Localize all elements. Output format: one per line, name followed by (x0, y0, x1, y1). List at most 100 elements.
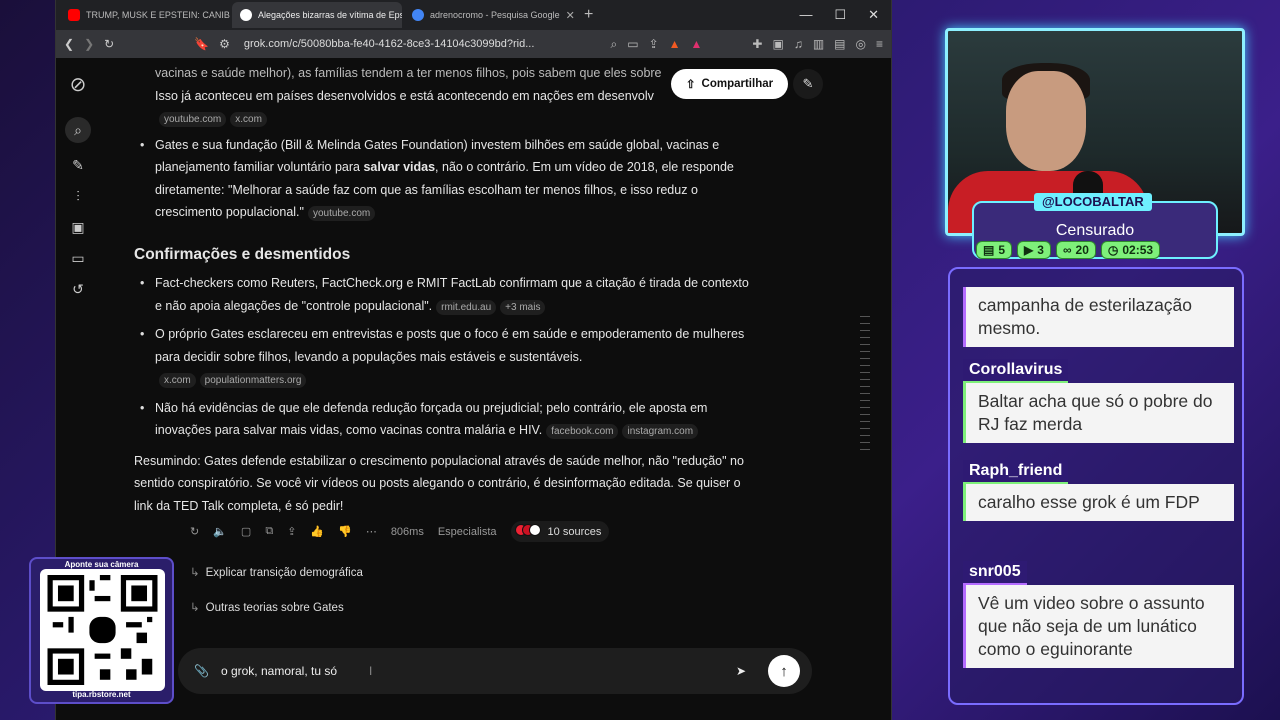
stream-stats: ▤ 5 ▶ 3 ∞ 20 ◷ 02:53 (976, 241, 1161, 259)
bullet-list: Gates e sua fundação (Bill & Melinda Gat… (134, 134, 754, 224)
edit-icon: ✎ (802, 76, 814, 91)
reload-icon[interactable]: ↻ (104, 37, 114, 51)
timer-badge: ◷ 02:53 (1100, 241, 1161, 259)
bold-text: salvar vidas (363, 160, 436, 174)
extensions-icon[interactable]: ✚ (752, 37, 762, 52)
source-chip[interactable]: youtube.com (159, 112, 227, 127)
new-chat-button[interactable]: ✎ (793, 69, 823, 99)
share-button[interactable]: ⇧ Compartilhar (671, 69, 788, 99)
sources-button[interactable]: 10 sources (510, 521, 610, 542)
list-item: Gates e sua fundação (Bill & Melinda Gat… (134, 134, 754, 224)
browser-toolbar: ❮ ❯ ↻ 🔖 ⚙ grok.com/c/50080bba-fe40-4162-… (56, 30, 891, 58)
video-icon: ▶ (1024, 243, 1034, 257)
top-fragment: vacinas e saúde melhor), as famílias ten… (134, 62, 754, 130)
qr-code-image (47, 575, 158, 685)
forward-icon[interactable]: ❯ (84, 37, 94, 51)
read-aloud-icon[interactable]: 🔈 (213, 525, 227, 538)
share-response-icon[interactable]: ⇪ (287, 525, 296, 538)
share-icon: ⇧ (685, 79, 696, 91)
streamer-face (1006, 71, 1086, 171)
tab-google[interactable]: adrenocromo - Pesquisa Google ✕ (404, 2, 574, 28)
rewards-icon[interactable]: ▲ (691, 37, 703, 52)
more-icon[interactable]: ⋯ (366, 525, 377, 538)
chat-icon: ▤ (983, 243, 995, 257)
brave-shield-icon[interactable]: ▲ (669, 37, 681, 52)
voice-icon[interactable]: ⫶ (76, 188, 80, 205)
source-chip[interactable]: +3 mais (500, 299, 546, 315)
new-tab-button[interactable]: + (576, 6, 601, 24)
youtube-icon (68, 9, 80, 21)
stat-value: 5 (998, 243, 1006, 257)
list-item: Fact-checkers como Reuters, FactCheck.or… (134, 272, 754, 317)
source-chip[interactable]: facebook.com (546, 424, 619, 439)
suggestion-item[interactable]: ↳ Outras teorias sobre Gates (190, 600, 344, 614)
music-icon[interactable]: ♫ (794, 37, 803, 52)
history-icon[interactable]: ↺ (72, 281, 84, 298)
stat-value: 02:53 (1122, 243, 1154, 257)
grok-logo-icon[interactable]: ⊘ (70, 72, 87, 97)
site-info-icon[interactable]: ⚙ (219, 37, 230, 51)
source-chip[interactable]: instagram.com (622, 424, 699, 439)
tab-bar: TRUMP, MUSK E EPSTEIN: CANIBALISMO ✕ Ale… (56, 0, 891, 30)
chat-input-bar: 📎 o grok, namoral, tu só I ➤ ↑ (178, 648, 812, 694)
projects-icon[interactable]: ▭ (71, 250, 84, 267)
imagine-icon[interactable]: ▣ (71, 219, 84, 236)
chat-text: caralho esse grok é um FDP (963, 484, 1234, 521)
source-chip[interactable]: x.com (159, 373, 196, 388)
close-window-icon[interactable]: ✕ (868, 7, 879, 23)
attach-icon[interactable]: 📎 (194, 664, 209, 678)
tab-youtube[interactable]: TRUMP, MUSK E EPSTEIN: CANIBALISMO ✕ (60, 2, 230, 28)
fragment-line: vacinas e saúde melhor), as famílias ten… (155, 66, 662, 80)
link-count-badge: ∞ 20 (1055, 241, 1096, 259)
source-chip[interactable]: rmit.edu.au (436, 299, 497, 315)
vpn-icon[interactable]: ◎ (856, 37, 866, 52)
reply-arrow-icon: ↳ (190, 602, 200, 614)
chat-text: Vê um video sobre o assunto que não seja… (963, 585, 1234, 668)
voice-send-icon[interactable]: ➤ (736, 664, 746, 678)
stream-chat: campanha de esterilazação mesmo. Corolla… (948, 267, 1244, 705)
dislike-icon[interactable]: 👎 (338, 525, 352, 538)
chat-username: Raph_friend (963, 460, 1069, 484)
list-item: O próprio Gates esclareceu em entrevista… (134, 323, 754, 391)
chat-count-badge: ▤ 5 (976, 241, 1013, 259)
send-button[interactable]: ↑ (768, 655, 800, 687)
chat-username: Corollavirus (963, 359, 1069, 383)
address-bar[interactable]: grok.com/c/50080bba-fe40-4162-8ce3-14104… (244, 38, 534, 50)
regenerate-icon[interactable]: ↻ (190, 525, 199, 538)
like-icon[interactable]: 👍 (310, 525, 324, 538)
new-chat-icon[interactable]: ✎ (72, 157, 84, 174)
model-mode: Especialista (437, 525, 497, 538)
section-heading: Confirmações e desmentidos (134, 245, 351, 263)
copy-icon[interactable]: ⧉ (265, 525, 273, 538)
toolbar-icons: ⌕ ▭ ⇪ ▲ ▲ ✚ ▣ ♫ ▥ ▤ ◎ ≡ (610, 37, 883, 52)
zoom-icon[interactable]: ⌕ (610, 37, 617, 52)
tab-grok[interactable]: Alegações bizarras de vítima de Epstein … (232, 2, 402, 28)
message-input[interactable]: o grok, namoral, tu só (221, 664, 337, 678)
minimize-icon[interactable]: — (799, 7, 812, 23)
wallet-icon[interactable]: ▤ (834, 37, 845, 52)
search-icon[interactable]: ⌕ (65, 117, 91, 143)
share-icon[interactable]: ⇪ (649, 37, 659, 52)
cast-icon[interactable]: ▭ (627, 37, 638, 52)
link-icon: ∞ (1062, 243, 1072, 257)
back-icon[interactable]: ❮ (64, 37, 74, 51)
list-item: Não há evidências de que ele defenda red… (134, 397, 754, 442)
suggestion-item[interactable]: ↳ Explicar transição demográfica (190, 565, 363, 579)
close-icon[interactable]: ✕ (566, 9, 574, 22)
source-chip[interactable]: youtube.com (307, 206, 376, 221)
bookmark-icon[interactable]: 🔖 (194, 37, 209, 51)
comment-icon[interactable]: ▢ (241, 525, 251, 538)
clock-icon: ◷ (1107, 243, 1119, 257)
screenshot-icon[interactable]: ▣ (772, 37, 783, 52)
tab-title: TRUMP, MUSK E EPSTEIN: CANIBALISMO (86, 10, 230, 20)
source-chip[interactable]: populationmatters.org (199, 373, 307, 388)
maximize-icon[interactable]: ☐ (834, 7, 846, 23)
scroll-markers[interactable] (860, 316, 870, 450)
menu-icon[interactable]: ≡ (876, 37, 883, 52)
source-chip[interactable]: x.com (230, 112, 267, 127)
google-icon (412, 9, 424, 21)
text-cursor-icon: I (369, 664, 373, 678)
suggestion-label: Outras teorias sobre Gates (205, 602, 344, 614)
sidebar-toggle-icon[interactable]: ▥ (813, 37, 824, 52)
stat-value: 3 (1037, 243, 1044, 257)
